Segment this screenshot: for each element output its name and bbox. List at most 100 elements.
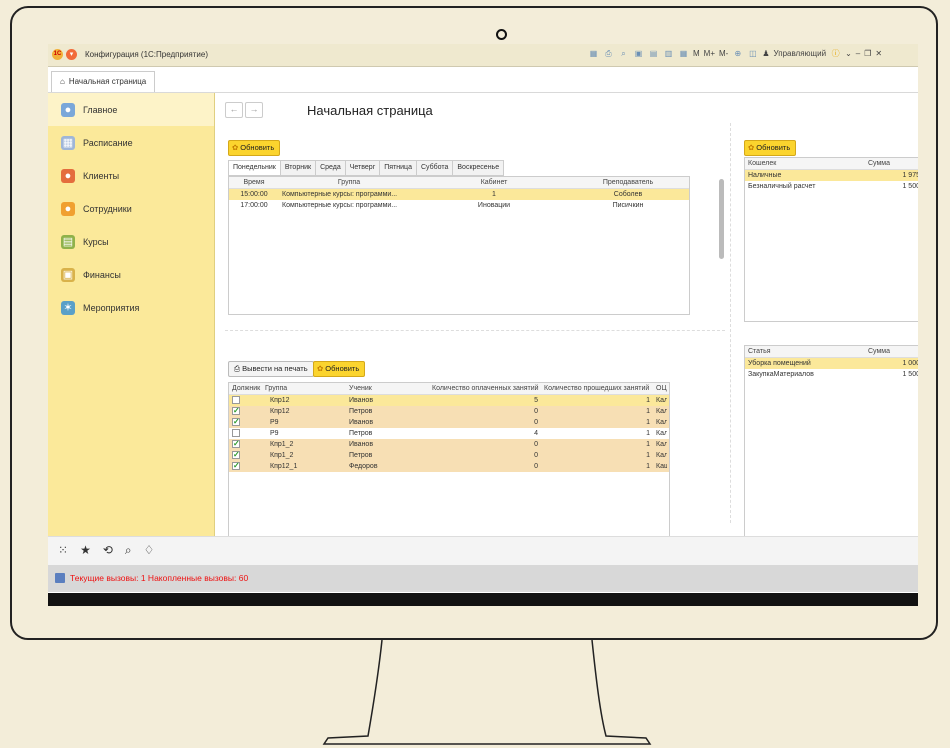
- column-header[interactable]: Кошелек: [745, 158, 865, 169]
- cell-sum: 1 500: [902, 371, 918, 378]
- refresh-label: Обновить: [240, 143, 275, 152]
- panel-icon[interactable]: ◫: [747, 48, 758, 59]
- column-header[interactable]: Время: [229, 177, 279, 188]
- calendar-icon[interactable]: ▦: [678, 48, 689, 59]
- sidebar-item-courses[interactable]: ▤ Курсы: [48, 225, 214, 258]
- table-row[interactable]: Кпр12 Иванов 5 1 Кал: [229, 395, 669, 406]
- table-row[interactable]: ✓ Кпр12 Петров 0 1 Кал: [229, 406, 669, 417]
- zoom-icon[interactable]: ⊕: [732, 48, 743, 59]
- app-screen: 1С ▾ Конфигурация (1С:Предприятие) ▦ ⎙ ⌕…: [48, 44, 918, 606]
- save-icon[interactable]: ▣: [633, 48, 644, 59]
- schedule-scrollbar[interactable]: [719, 179, 724, 259]
- print-icon[interactable]: ⎙: [603, 48, 614, 59]
- back-button[interactable]: ←: [225, 102, 243, 118]
- table-row[interactable]: 15:00:00 Компьютерные курсы: программи..…: [229, 189, 689, 200]
- column-header[interactable]: ОЦ: [653, 383, 667, 394]
- column-header[interactable]: Преподаватель: [569, 177, 687, 188]
- refresh-label: Обновить: [756, 143, 791, 152]
- table-row[interactable]: ✓ Кпр12_1 Федоров 0 1 Каш: [229, 461, 669, 472]
- tab-home[interactable]: ⌂ Начальная страница: [51, 71, 156, 92]
- history-icon[interactable]: ⟲: [103, 543, 113, 558]
- close-icon[interactable]: ✕: [875, 49, 882, 58]
- debtor-checkbox[interactable]: ✓: [232, 462, 240, 470]
- document-icon[interactable]: ▤: [648, 48, 659, 59]
- table-row[interactable]: Уборка помещений 1 000: [745, 358, 918, 369]
- table-row[interactable]: ЗакупкаМатериалов 1 500: [745, 369, 918, 380]
- cell-group: Р9: [270, 419, 279, 426]
- tab-thursday[interactable]: Четверг: [345, 160, 381, 176]
- 1c-logo-icon[interactable]: 1С: [52, 49, 63, 60]
- cell-group: Компьютерные курсы: программи...: [282, 191, 398, 198]
- debtor-checkbox[interactable]: [232, 429, 240, 437]
- column-header[interactable]: Сумма: [865, 158, 918, 169]
- day-tabs: Понедельник Вторник Среда Четверг Пятниц…: [228, 160, 505, 176]
- sidebar-item-employees[interactable]: ● Сотрудники: [48, 192, 214, 225]
- info-icon[interactable]: ⓘ: [830, 48, 841, 59]
- column-header[interactable]: Статья: [745, 346, 865, 357]
- table-row[interactable]: ✓ Р9 Иванов 0 1 Кал: [229, 417, 669, 428]
- finance-icon: ▣: [61, 267, 75, 282]
- table-row[interactable]: Безналичный расчет 1 500: [745, 181, 918, 192]
- debtors-refresh-button[interactable]: ✿ Обновить: [313, 361, 366, 377]
- sidebar-item-main[interactable]: ● Главное: [48, 93, 214, 126]
- forward-button[interactable]: →: [245, 102, 263, 118]
- search-icon[interactable]: ⌕: [125, 543, 132, 558]
- cell-passed: 1: [646, 397, 650, 404]
- tab-sunday[interactable]: Воскресенье: [453, 160, 505, 176]
- cell-student: Иванов: [349, 441, 374, 448]
- events-icon: ✶: [61, 300, 75, 315]
- print-button[interactable]: ⎙ Вывести на печать: [228, 361, 314, 377]
- cell-paid: 0: [534, 408, 538, 415]
- schedule-refresh-button[interactable]: ✿ Обновить: [228, 140, 281, 156]
- sidebar-item-finance[interactable]: ▣ Финансы: [48, 258, 214, 291]
- tab-friday[interactable]: Пятница: [380, 160, 417, 176]
- memory-plus-button[interactable]: M+: [704, 49, 715, 58]
- cell-sum: 1 000: [902, 360, 918, 367]
- apps-grid-icon[interactable]: ⁙: [58, 543, 68, 558]
- main-menu-icon[interactable]: ▾: [66, 49, 77, 60]
- column-header[interactable]: Должник: [229, 383, 262, 394]
- wallets-refresh-button[interactable]: ✿ Обновить: [744, 140, 797, 156]
- table-row[interactable]: ✓ Кпр1_2 Петров 0 1 Кал: [229, 450, 669, 461]
- cell-group: Кпр1_2: [270, 452, 294, 459]
- table-row[interactable]: 17:00:00 Компьютерные курсы: программи..…: [229, 200, 689, 211]
- star-icon[interactable]: ★: [80, 543, 91, 558]
- bell-icon[interactable]: ♢: [144, 543, 155, 558]
- sidebar-item-schedule[interactable]: ▦ Расписание: [48, 126, 214, 159]
- restore-icon[interactable]: ❐: [864, 49, 871, 58]
- debtor-checkbox[interactable]: [232, 396, 240, 404]
- cell-group: Компьютерные курсы: программи...: [282, 202, 398, 209]
- column-header[interactable]: Группа: [262, 383, 346, 394]
- sidebar-item-events[interactable]: ✶ Мероприятия: [48, 291, 214, 324]
- column-header[interactable]: Ученик: [346, 383, 429, 394]
- grid-icon[interactable]: ▦: [588, 48, 599, 59]
- debtor-checkbox[interactable]: ✓: [232, 407, 240, 415]
- tab-saturday[interactable]: Суббота: [416, 160, 454, 176]
- column-header[interactable]: Сумма: [865, 346, 918, 357]
- debtor-checkbox[interactable]: ✓: [232, 440, 240, 448]
- employee-icon: ●: [61, 201, 75, 216]
- table-row[interactable]: ✓ Кпр1_2 Иванов 0 1 Кал: [229, 439, 669, 450]
- memory-button[interactable]: M: [693, 49, 700, 58]
- sidebar-item-label: Финансы: [83, 269, 121, 280]
- table-row[interactable]: Р9 Петров 4 1 Кал: [229, 428, 669, 439]
- tab-monday[interactable]: Понедельник: [228, 160, 281, 176]
- memory-minus-button[interactable]: M-: [719, 49, 728, 58]
- column-header[interactable]: Количество прошедших занятий: [541, 383, 653, 394]
- sidebar-item-clients[interactable]: ● Клиенты: [48, 159, 214, 192]
- user-name[interactable]: Управляющий: [774, 49, 827, 58]
- preview-icon[interactable]: ⌕: [618, 48, 629, 59]
- tab-tuesday[interactable]: Вторник: [280, 160, 317, 176]
- calendar-icon: ▦: [61, 135, 75, 150]
- column-header[interactable]: Количество оплаченных занятий: [429, 383, 541, 394]
- debtor-checkbox[interactable]: ✓: [232, 451, 240, 459]
- cell-extra: Кал: [656, 419, 667, 426]
- tab-wednesday[interactable]: Среда: [316, 160, 346, 176]
- minimize-icon[interactable]: –: [856, 49, 860, 58]
- debtor-checkbox[interactable]: ✓: [232, 418, 240, 426]
- table-row[interactable]: Наличные 1 975: [745, 170, 918, 181]
- column-header[interactable]: Группа: [279, 177, 419, 188]
- chevron-down-icon[interactable]: ⌄: [845, 49, 852, 58]
- calculator-icon[interactable]: ▥: [663, 48, 674, 59]
- column-header[interactable]: Кабинет: [419, 177, 569, 188]
